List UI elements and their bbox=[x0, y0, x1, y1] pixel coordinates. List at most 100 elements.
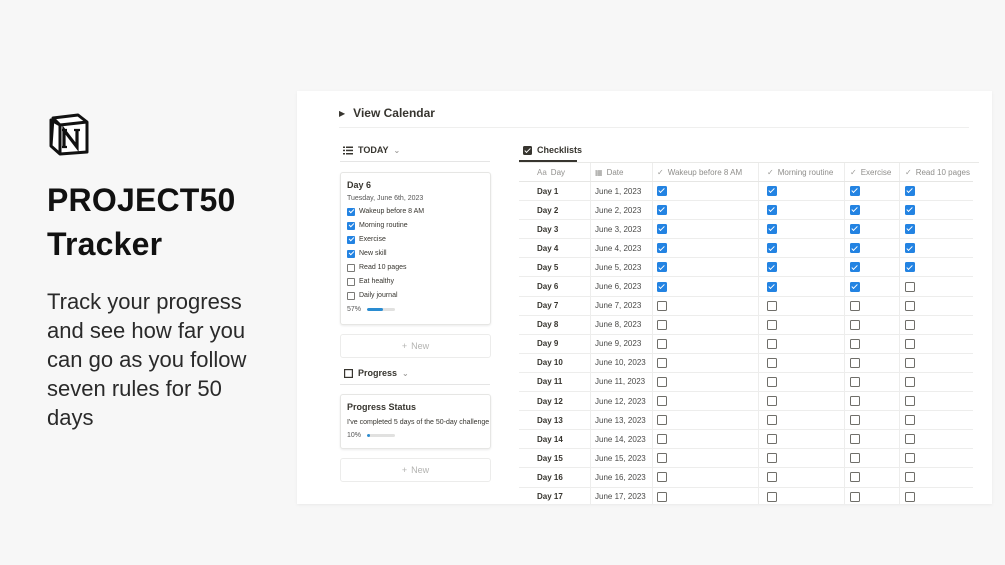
tab-today[interactable]: TODAY ⌄ bbox=[343, 145, 400, 155]
day-cell[interactable]: Day 6 bbox=[519, 277, 591, 296]
row-checkbox[interactable] bbox=[850, 224, 860, 235]
row-checkbox[interactable] bbox=[850, 205, 860, 216]
date-cell[interactable]: June 15, 2023 bbox=[591, 449, 653, 468]
row-checkbox[interactable] bbox=[905, 357, 915, 368]
column-header[interactable]: ✓ Read 10 pages bbox=[900, 163, 973, 181]
day-cell[interactable]: Day 3 bbox=[519, 220, 591, 239]
row-checkbox[interactable] bbox=[850, 243, 860, 254]
column-header[interactable]: ✓ Morning routine bbox=[759, 163, 845, 181]
row-checkbox[interactable] bbox=[905, 243, 915, 254]
row-checkbox[interactable] bbox=[657, 262, 667, 273]
task-checkbox[interactable] bbox=[347, 221, 355, 230]
column-header[interactable]: Aa Day bbox=[519, 163, 591, 181]
row-checkbox[interactable] bbox=[767, 357, 777, 368]
row-checkbox[interactable] bbox=[657, 319, 667, 330]
day-cell[interactable]: Day 1 bbox=[519, 182, 591, 201]
row-checkbox[interactable] bbox=[767, 300, 777, 311]
row-checkbox[interactable] bbox=[657, 205, 667, 216]
row-checkbox[interactable] bbox=[767, 453, 777, 464]
row-checkbox[interactable] bbox=[767, 491, 777, 502]
row-checkbox[interactable] bbox=[905, 319, 915, 330]
row-checkbox[interactable] bbox=[850, 415, 860, 426]
date-cell[interactable]: June 11, 2023 bbox=[591, 372, 653, 392]
row-checkbox[interactable] bbox=[767, 434, 777, 445]
tab-checklists[interactable]: Checklists bbox=[523, 145, 582, 155]
row-checkbox[interactable] bbox=[657, 472, 667, 483]
row-checkbox[interactable] bbox=[767, 472, 777, 483]
date-cell[interactable]: June 17, 2023 bbox=[591, 487, 653, 504]
day-cell[interactable]: Day 5 bbox=[519, 258, 591, 277]
row-checkbox[interactable] bbox=[657, 415, 667, 426]
row-checkbox[interactable] bbox=[905, 472, 915, 483]
row-checkbox[interactable] bbox=[767, 376, 777, 387]
day-cell[interactable]: Day 11 bbox=[519, 372, 591, 392]
row-checkbox[interactable] bbox=[767, 224, 777, 235]
day-cell[interactable]: Day 4 bbox=[519, 239, 591, 258]
row-checkbox[interactable] bbox=[657, 338, 667, 349]
task-checkbox[interactable] bbox=[347, 207, 355, 216]
date-cell[interactable]: June 3, 2023 bbox=[591, 220, 653, 239]
task-checkbox[interactable] bbox=[347, 277, 355, 286]
day-cell[interactable]: Day 16 bbox=[519, 468, 591, 487]
date-cell[interactable]: June 13, 2023 bbox=[591, 411, 653, 430]
row-checkbox[interactable] bbox=[905, 224, 915, 235]
date-cell[interactable]: June 9, 2023 bbox=[591, 334, 653, 353]
day-cell[interactable]: Day 2 bbox=[519, 201, 591, 220]
date-cell[interactable]: June 12, 2023 bbox=[591, 392, 653, 411]
row-checkbox[interactable] bbox=[850, 396, 860, 407]
day-cell[interactable]: Day 12 bbox=[519, 392, 591, 411]
row-checkbox[interactable] bbox=[767, 186, 777, 197]
column-header[interactable]: ▦ Date bbox=[591, 163, 653, 181]
row-checkbox[interactable] bbox=[905, 396, 915, 407]
date-cell[interactable]: June 4, 2023 bbox=[591, 239, 653, 258]
date-cell[interactable]: June 5, 2023 bbox=[591, 258, 653, 277]
day-cell[interactable]: Day 13 bbox=[519, 411, 591, 430]
row-checkbox[interactable] bbox=[657, 491, 667, 502]
row-checkbox[interactable] bbox=[767, 319, 777, 330]
row-checkbox[interactable] bbox=[767, 243, 777, 254]
row-checkbox[interactable] bbox=[657, 434, 667, 445]
row-checkbox[interactable] bbox=[850, 281, 860, 292]
row-checkbox[interactable] bbox=[850, 319, 860, 330]
column-header[interactable]: ✓ Exercise bbox=[845, 163, 900, 181]
task-checkbox[interactable] bbox=[347, 263, 355, 272]
row-checkbox[interactable] bbox=[850, 472, 860, 483]
date-cell[interactable]: June 14, 2023 bbox=[591, 430, 653, 449]
day-cell[interactable]: Day 17 bbox=[519, 487, 591, 504]
progress-card[interactable]: Progress Status I've completed 5 days of… bbox=[340, 394, 491, 449]
column-header[interactable]: ✓ Wakeup before 8 AM bbox=[653, 163, 759, 181]
view-calendar-toggle[interactable]: ▶ View Calendar bbox=[339, 105, 435, 121]
row-checkbox[interactable] bbox=[850, 338, 860, 349]
row-checkbox[interactable] bbox=[657, 453, 667, 464]
row-checkbox[interactable] bbox=[657, 243, 667, 254]
row-checkbox[interactable] bbox=[767, 281, 777, 292]
row-checkbox[interactable] bbox=[657, 186, 667, 197]
day-cell[interactable]: Day 8 bbox=[519, 315, 591, 334]
row-checkbox[interactable] bbox=[767, 338, 777, 349]
task-checkbox[interactable] bbox=[347, 235, 355, 244]
row-checkbox[interactable] bbox=[657, 224, 667, 235]
row-checkbox[interactable] bbox=[850, 262, 860, 273]
date-cell[interactable]: June 8, 2023 bbox=[591, 315, 653, 334]
date-cell[interactable]: June 1, 2023 bbox=[591, 182, 653, 201]
tab-progress[interactable]: Progress ⌄ bbox=[344, 368, 409, 378]
row-checkbox[interactable] bbox=[905, 205, 915, 216]
task-checkbox[interactable] bbox=[347, 249, 355, 258]
date-cell[interactable]: June 16, 2023 bbox=[591, 468, 653, 487]
row-checkbox[interactable] bbox=[905, 281, 915, 292]
row-checkbox[interactable] bbox=[657, 281, 667, 292]
row-checkbox[interactable] bbox=[905, 453, 915, 464]
new-card-button[interactable]: + New bbox=[340, 458, 491, 482]
row-checkbox[interactable] bbox=[767, 396, 777, 407]
row-checkbox[interactable] bbox=[850, 453, 860, 464]
row-checkbox[interactable] bbox=[657, 376, 667, 387]
day-cell[interactable]: Day 15 bbox=[519, 449, 591, 468]
day-cell[interactable]: Day 7 bbox=[519, 296, 591, 315]
new-card-button[interactable]: + New bbox=[340, 334, 491, 358]
day-card[interactable]: Day 6 Tuesday, June 6th, 2023 Wakeup bef… bbox=[340, 172, 491, 325]
row-checkbox[interactable] bbox=[905, 338, 915, 349]
row-checkbox[interactable] bbox=[905, 262, 915, 273]
row-checkbox[interactable] bbox=[905, 376, 915, 387]
row-checkbox[interactable] bbox=[657, 300, 667, 311]
date-cell[interactable]: June 7, 2023 bbox=[591, 296, 653, 315]
